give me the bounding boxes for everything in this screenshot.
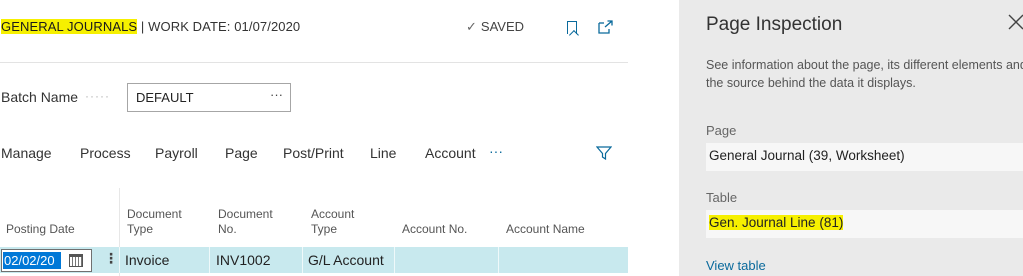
column-header-label-line1: Document (218, 207, 273, 221)
cell-divider (394, 247, 395, 273)
menu-item-account[interactable]: Account (425, 145, 476, 161)
batch-name-value: DEFAULT (136, 90, 194, 105)
column-header-account-name[interactable]: Account Name (506, 222, 585, 237)
column-header-posting-date[interactable]: Posting Date (6, 222, 75, 237)
column-header-label: Account No. (402, 222, 468, 236)
calendar-icon[interactable] (69, 254, 83, 267)
batch-name-input[interactable]: DEFAULT ··· (127, 83, 291, 112)
menu-item-manage[interactable]: Manage (1, 145, 52, 161)
page-title-highlight: GENERAL JOURNALS (1, 19, 138, 34)
page-inspection-panel: Page Inspection See information about th… (679, 0, 1023, 276)
close-icon[interactable] (1006, 12, 1023, 32)
column-header-account-no[interactable]: Account No. (402, 222, 467, 237)
column-header-label-line2: No. (218, 222, 237, 236)
open-in-new-window-icon[interactable] (598, 20, 614, 34)
table-info-field[interactable]: Gen. Journal Line (81) (706, 210, 1023, 238)
document-type-cell[interactable]: Invoice (125, 252, 169, 268)
batch-name-leader-dots: ····· (85, 89, 110, 103)
column-header-label-line2: Type (127, 222, 154, 236)
column-header-label: Account Name (506, 222, 585, 236)
row-actions-button[interactable]: ⋮ (104, 250, 118, 267)
table-header: Posting Date Document Type Document No. Ac… (0, 205, 628, 245)
more-actions-button[interactable]: ··· (489, 143, 503, 159)
filter-icon[interactable] (596, 146, 612, 160)
table-info-value: Gen. Journal Line (81) (709, 215, 844, 230)
cell-divider (498, 247, 499, 273)
posting-date-value: 02/02/20 (3, 252, 61, 269)
page-info-field: General Journal (39, Worksheet) (706, 143, 1023, 171)
page-title: GENERAL JOURNALS | WORK DATE: 01/07/2020 (1, 19, 300, 34)
cell-divider (119, 247, 120, 273)
column-header-label-line1: Account (311, 207, 355, 221)
view-table-link[interactable]: View table (706, 258, 766, 273)
page-title-workdate: | WORK DATE: 01/07/2020 (137, 19, 301, 34)
cell-divider (302, 247, 303, 273)
menu-item-process[interactable]: Process (80, 145, 131, 161)
bookmark-icon[interactable] (567, 21, 577, 34)
journal-page: GENERAL JOURNALS | WORK DATE: 01/07/2020… (0, 0, 628, 276)
column-header-label: Posting Date (6, 222, 75, 236)
saved-status-label: SAVED (480, 19, 525, 34)
saved-status: ✓ SAVED (466, 19, 524, 35)
table-section-label: Table (706, 190, 738, 205)
page-header: GENERAL JOURNALS | WORK DATE: 01/07/2020… (0, 18, 628, 38)
panel-title: Page Inspection (706, 14, 843, 35)
document-no-cell[interactable]: INV1002 (216, 252, 270, 268)
action-bar: Manage Process Payroll Page Post/Print L… (0, 142, 628, 162)
column-header-label-line2: Type (311, 222, 338, 236)
panel-description: See information about the page, its diff… (706, 58, 1023, 90)
menu-item-payroll[interactable]: Payroll (155, 145, 198, 161)
posting-date-input[interactable]: 02/02/20 (1, 249, 92, 272)
menu-item-line[interactable]: Line (370, 145, 396, 161)
page-info-value: General Journal (39, Worksheet) (709, 148, 905, 163)
table-info-value-highlight: Gen. Journal Line (81) (709, 215, 844, 230)
table-row[interactable]: 02/02/20 ⋮ Invoice INV1002 G/L Account (0, 247, 628, 273)
column-header-document-type[interactable]: Document Type (127, 207, 182, 237)
column-header-document-no[interactable]: Document No. (218, 207, 273, 237)
account-type-cell[interactable]: G/L Account (308, 252, 384, 268)
check-icon: ✓ (466, 19, 477, 34)
menu-item-page[interactable]: Page (225, 145, 258, 161)
batch-name-field: Batch Name ····· DEFAULT ··· (0, 83, 628, 113)
column-header-label-line1: Document (127, 207, 182, 221)
batch-name-lookup-button[interactable]: ··· (270, 87, 283, 102)
menu-item-post-print[interactable]: Post/Print (283, 145, 344, 161)
header-divider (0, 62, 628, 63)
column-header-account-type[interactable]: Account Type (311, 207, 354, 237)
batch-name-label: Batch Name (1, 89, 79, 105)
cell-divider (209, 247, 210, 273)
page-section-label: Page (706, 123, 737, 138)
